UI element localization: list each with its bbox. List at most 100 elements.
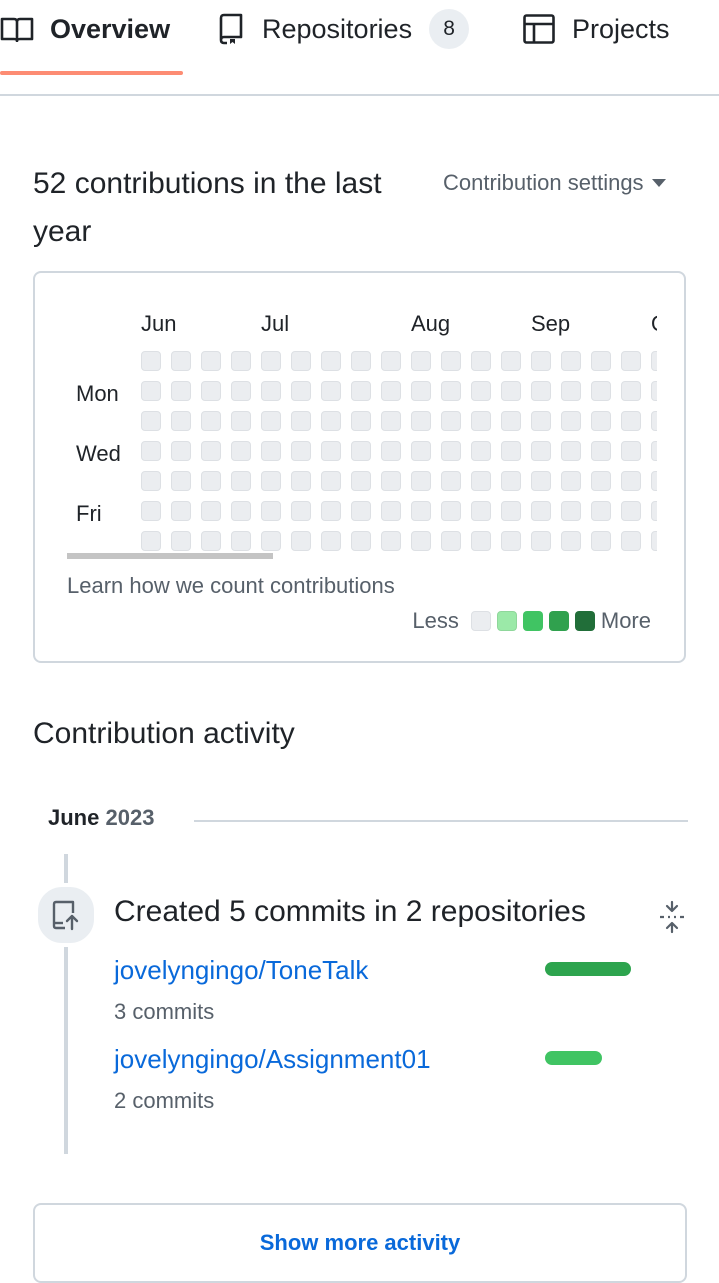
contribution-cell[interactable]: [381, 441, 401, 461]
contribution-settings-button[interactable]: Contribution settings: [443, 170, 666, 196]
contribution-cell[interactable]: [621, 351, 641, 371]
contribution-cell[interactable]: [171, 351, 191, 371]
contribution-cell[interactable]: [531, 411, 551, 431]
contribution-cell[interactable]: [261, 471, 281, 491]
contribution-cell[interactable]: [201, 531, 221, 551]
contribution-cell[interactable]: [201, 441, 221, 461]
contribution-cell[interactable]: [171, 531, 191, 551]
contribution-cell[interactable]: [201, 471, 221, 491]
contribution-cell[interactable]: [471, 381, 491, 401]
contribution-cell[interactable]: [231, 441, 251, 461]
contribution-cell[interactable]: [381, 531, 401, 551]
contribution-cell[interactable]: [351, 381, 371, 401]
contribution-cell[interactable]: [321, 471, 341, 491]
contribution-cell[interactable]: [381, 471, 401, 491]
contribution-cell[interactable]: [621, 411, 641, 431]
contribution-cell[interactable]: [591, 381, 611, 401]
contribution-cell[interactable]: [471, 501, 491, 521]
contribution-cell[interactable]: [171, 381, 191, 401]
contribution-cell[interactable]: [231, 411, 251, 431]
contribution-cell[interactable]: [261, 351, 281, 371]
contribution-cell[interactable]: [651, 441, 657, 461]
contribution-cell[interactable]: [231, 531, 251, 551]
contribution-cell[interactable]: [501, 441, 521, 461]
contribution-cell[interactable]: [291, 411, 311, 431]
contribution-cell[interactable]: [291, 501, 311, 521]
contribution-cell[interactable]: [411, 411, 431, 431]
contribution-cell[interactable]: [141, 441, 161, 461]
contribution-cell[interactable]: [141, 531, 161, 551]
calendar-scrollbar[interactable]: [67, 553, 273, 559]
contribution-cell[interactable]: [231, 381, 251, 401]
contribution-cell[interactable]: [261, 531, 281, 551]
tab-overview[interactable]: Overview: [0, 0, 170, 58]
contribution-cell[interactable]: [621, 501, 641, 521]
contribution-cell[interactable]: [531, 351, 551, 371]
contribution-cell[interactable]: [381, 411, 401, 431]
contribution-cell[interactable]: [351, 501, 371, 521]
contribution-cell[interactable]: [411, 351, 431, 371]
contribution-cell[interactable]: [561, 411, 581, 431]
contribution-cell[interactable]: [621, 381, 641, 401]
contribution-cell[interactable]: [561, 501, 581, 521]
contribution-cell[interactable]: [381, 501, 401, 521]
contribution-cell[interactable]: [171, 411, 191, 431]
contribution-cell[interactable]: [201, 501, 221, 521]
contribution-cell[interactable]: [171, 501, 191, 521]
contribution-cell[interactable]: [591, 411, 611, 431]
contribution-cell[interactable]: [561, 441, 581, 461]
contribution-cell[interactable]: [321, 441, 341, 461]
contribution-cell[interactable]: [351, 531, 371, 551]
contribution-cell[interactable]: [531, 531, 551, 551]
contribution-cell[interactable]: [351, 471, 371, 491]
contribution-cell[interactable]: [441, 351, 461, 371]
contribution-cell[interactable]: [531, 501, 551, 521]
contribution-cell[interactable]: [141, 471, 161, 491]
contribution-cell[interactable]: [261, 381, 281, 401]
contribution-cell[interactable]: [201, 351, 221, 371]
contribution-cell[interactable]: [651, 531, 657, 551]
tab-repositories[interactable]: Repositories 8: [216, 0, 470, 58]
repo-link-assignment01[interactable]: jovelyngingo/Assignment01: [114, 1044, 431, 1075]
contribution-cell[interactable]: [621, 531, 641, 551]
contribution-cell[interactable]: [381, 351, 401, 371]
contribution-cell[interactable]: [441, 471, 461, 491]
contribution-cell[interactable]: [621, 471, 641, 491]
contribution-cell[interactable]: [321, 411, 341, 431]
contribution-cell[interactable]: [141, 351, 161, 371]
contribution-cell[interactable]: [291, 531, 311, 551]
contribution-cell[interactable]: [591, 531, 611, 551]
contribution-cell[interactable]: [471, 411, 491, 431]
contribution-cell[interactable]: [561, 351, 581, 371]
contribution-cell[interactable]: [441, 381, 461, 401]
contribution-cell[interactable]: [561, 471, 581, 491]
contribution-cell[interactable]: [291, 441, 311, 461]
contribution-cell[interactable]: [591, 471, 611, 491]
contribution-cell[interactable]: [381, 381, 401, 401]
contribution-cell[interactable]: [591, 351, 611, 371]
contribution-cell[interactable]: [411, 381, 431, 401]
contribution-cell[interactable]: [201, 411, 221, 431]
contribution-cell[interactable]: [501, 471, 521, 491]
contribution-cell[interactable]: [501, 501, 521, 521]
contribution-cell[interactable]: [531, 381, 551, 401]
show-more-activity-button[interactable]: Show more activity: [33, 1203, 687, 1283]
contribution-cell[interactable]: [171, 471, 191, 491]
calendar-graph[interactable]: Jun Jul Aug Sep O Mon Wed Fri: [67, 303, 657, 563]
contribution-cell[interactable]: [501, 351, 521, 371]
contribution-cell[interactable]: [561, 531, 581, 551]
contribution-cell[interactable]: [471, 531, 491, 551]
contribution-cell[interactable]: [441, 441, 461, 461]
contribution-cell[interactable]: [651, 471, 657, 491]
contribution-cell[interactable]: [261, 501, 281, 521]
contribution-cell[interactable]: [321, 381, 341, 401]
contribution-cell[interactable]: [471, 351, 491, 371]
contribution-cell[interactable]: [351, 351, 371, 371]
contribution-cell[interactable]: [651, 501, 657, 521]
contribution-cell[interactable]: [351, 441, 371, 461]
contribution-cell[interactable]: [411, 531, 431, 551]
contribution-cell[interactable]: [141, 501, 161, 521]
contribution-cell[interactable]: [651, 381, 657, 401]
contribution-cell[interactable]: [141, 381, 161, 401]
contribution-cell[interactable]: [471, 471, 491, 491]
